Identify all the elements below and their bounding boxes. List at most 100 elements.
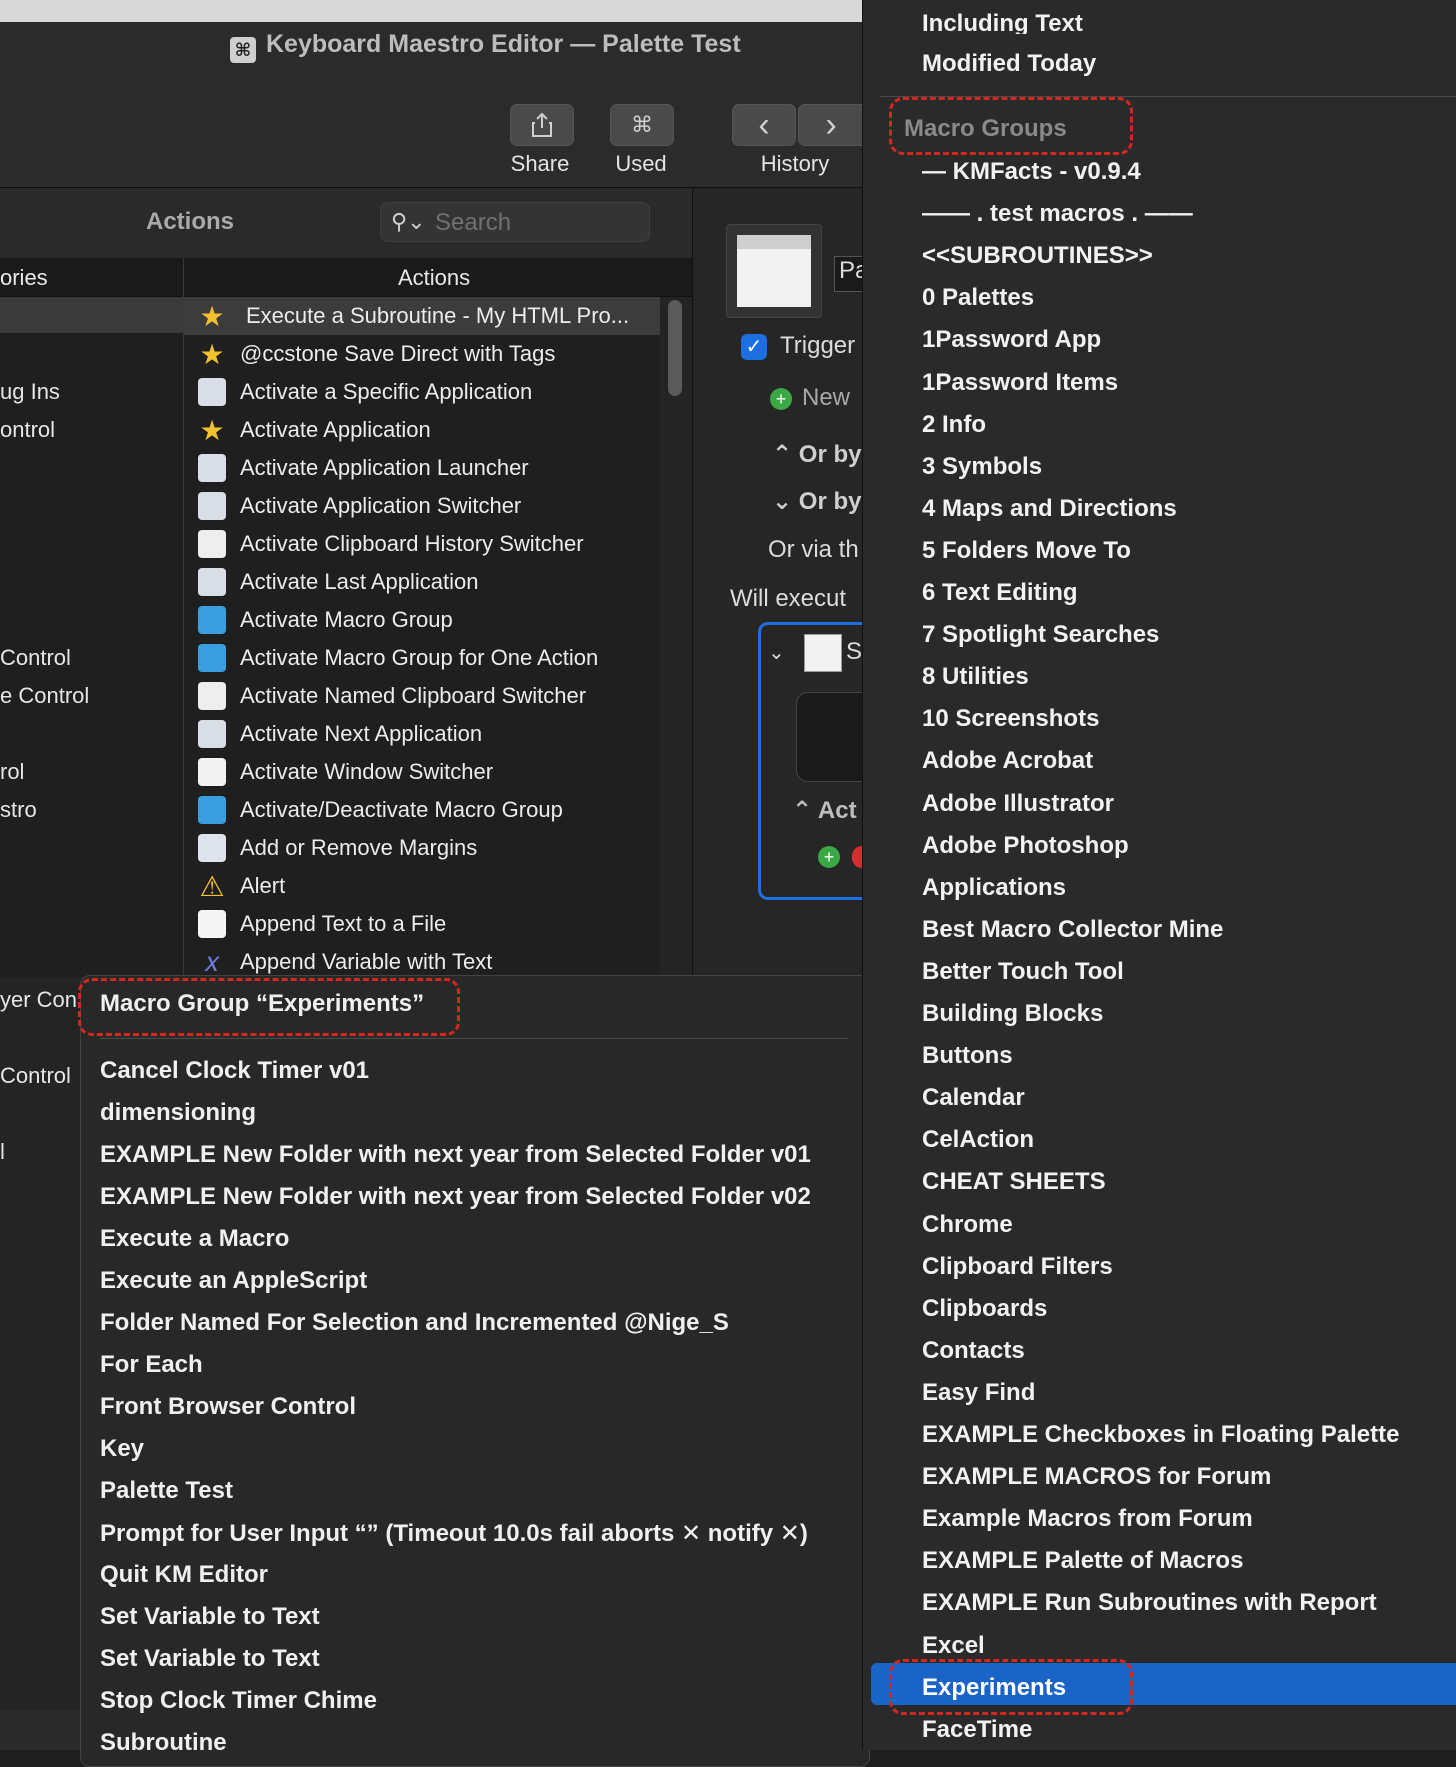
add-action-icon[interactable]: + xyxy=(818,846,840,868)
category-item[interactable]: ug Ins xyxy=(0,379,60,405)
category-item[interactable]: stro xyxy=(0,797,37,823)
category-item[interactable]: yer Con xyxy=(0,987,77,1013)
popup-menu-item[interactable]: Set Variable to Text xyxy=(100,1645,320,1673)
history-back-button[interactable]: ‹ xyxy=(732,104,796,146)
macro-group-item[interactable]: CelAction xyxy=(922,1126,1034,1154)
actions-scrollbar[interactable] xyxy=(668,300,682,396)
category-item[interactable]: l xyxy=(0,1139,5,1165)
palette-window-icon[interactable] xyxy=(726,224,822,318)
popup-menu-item[interactable]: EXAMPLE New Folder with next year from S… xyxy=(100,1141,811,1169)
macro-group-item[interactable]: Easy Find xyxy=(922,1379,1035,1407)
macro-group-item[interactable]: 5 Folders Move To xyxy=(922,537,1131,565)
macro-group-item[interactable]: <<SUBROUTINES>> xyxy=(922,242,1153,270)
macro-group-item[interactable]: Excel xyxy=(922,1632,985,1660)
category-selected-row[interactable] xyxy=(0,297,183,333)
macro-group-item[interactable]: 8 Utilities xyxy=(922,663,1029,691)
action-item[interactable]: Activate Next Application xyxy=(198,717,482,751)
history-forward-button[interactable]: › xyxy=(798,104,863,146)
macro-group-item[interactable]: Best Macro Collector Mine xyxy=(922,916,1223,944)
category-item[interactable]: Control xyxy=(0,645,71,671)
action-item[interactable]: Activate/Deactivate Macro Group xyxy=(198,793,563,827)
macro-group-item[interactable]: FaceTime xyxy=(922,1716,1032,1744)
search-icon[interactable]: ⚲⌄ xyxy=(391,209,426,235)
macro-group-item[interactable]: Calendar xyxy=(922,1084,1025,1112)
category-item[interactable]: ontrol xyxy=(0,417,55,443)
add-trigger-icon[interactable]: + xyxy=(770,388,792,410)
action-item[interactable]: Activate Application Switcher xyxy=(198,489,521,523)
popup-menu-item[interactable]: Front Browser Control xyxy=(100,1393,356,1421)
action-item[interactable]: Activate Macro Group for One Action xyxy=(198,641,598,675)
macro-group-item[interactable]: Adobe Photoshop xyxy=(922,832,1129,860)
macro-group-item[interactable]: Applications xyxy=(922,874,1066,902)
macro-group-item[interactable]: Chrome xyxy=(922,1211,1013,1239)
action-item[interactable]: ⚠ Alert xyxy=(198,869,285,903)
actions-disclosure[interactable]: ⌃ Act xyxy=(792,796,857,825)
macro-group-item[interactable]: CHEAT SHEETS xyxy=(922,1168,1106,1196)
popup-menu-item[interactable]: Execute an AppleScript xyxy=(100,1267,367,1295)
trigger-checkbox[interactable]: ✓ xyxy=(741,334,767,360)
popup-menu-item[interactable]: Set Variable to Text xyxy=(100,1603,320,1631)
action-item[interactable]: ★ Execute a Subroutine - My HTML Pro... xyxy=(198,299,629,333)
action-inner-field[interactable] xyxy=(796,692,863,782)
macro-group-item[interactable]: Contacts xyxy=(922,1337,1025,1365)
popup-menu-item[interactable]: Prompt for User Input “” (Timeout 10.0s … xyxy=(100,1519,808,1548)
popup-menu-item[interactable]: Cancel Clock Timer v01 xyxy=(100,1057,369,1085)
macro-group-item[interactable]: Building Blocks xyxy=(922,1000,1103,1028)
action-item[interactable]: ★ @ccstone Save Direct with Tags xyxy=(198,337,555,371)
action-item[interactable]: Activate Named Clipboard Switcher xyxy=(198,679,586,713)
macro-group-item[interactable]: 7 Spotlight Searches xyxy=(922,621,1159,649)
action-item[interactable]: Add or Remove Margins xyxy=(198,831,477,865)
or-by-label-1[interactable]: ⌃ Or by xyxy=(772,440,861,469)
disclosure-chevron-icon[interactable]: ⌄ xyxy=(768,640,785,665)
macro-group-item[interactable]: 10 Screenshots xyxy=(922,705,1099,733)
macro-group-item[interactable]: 1Password Items xyxy=(922,369,1118,397)
macro-group-item[interactable]: 3 Symbols xyxy=(922,453,1042,481)
macro-group-item[interactable]: 2 Info xyxy=(922,411,986,439)
category-item[interactable]: Control xyxy=(0,1063,71,1089)
macro-group-item[interactable]: Buttons xyxy=(922,1042,1013,1070)
actions-search-field[interactable]: ⚲⌄ Search xyxy=(380,202,650,242)
popup-menu-item[interactable]: dimensioning xyxy=(100,1099,256,1127)
action-item[interactable]: Activate a Specific Application xyxy=(198,375,532,409)
macro-group-item[interactable]: —— . test macros . —— xyxy=(922,200,1193,228)
action-item[interactable]: Activate Window Switcher xyxy=(198,755,493,789)
menu-item-including-text[interactable]: Including Text xyxy=(922,10,1083,34)
macro-group-item[interactable]: 0 Palettes xyxy=(922,284,1034,312)
popup-menu-item[interactable]: Quit KM Editor xyxy=(100,1561,268,1589)
action-item[interactable]: 𝑥 Append Variable with Text xyxy=(198,945,492,979)
macro-group-item[interactable]: Clipboard Filters xyxy=(922,1253,1113,1281)
action-item[interactable]: Activate Application Launcher xyxy=(198,451,529,485)
or-by-label-2[interactable]: ⌄ Or by xyxy=(772,487,861,516)
popup-menu-item[interactable]: Folder Named For Selection and Increment… xyxy=(100,1309,729,1337)
macro-group-item[interactable]: EXAMPLE Run Subroutines with Report xyxy=(922,1589,1377,1617)
macro-group-item[interactable]: Experiments xyxy=(922,1674,1066,1702)
action-item[interactable]: Activate Clipboard History Switcher xyxy=(198,527,584,561)
macro-group-item[interactable]: Adobe Acrobat xyxy=(922,747,1093,775)
category-item[interactable]: rol xyxy=(0,759,24,785)
new-trigger-label[interactable]: New xyxy=(802,384,850,412)
macro-group-item[interactable]: EXAMPLE Palette of Macros xyxy=(922,1547,1243,1575)
popup-menu-item[interactable]: Stop Clock Timer Chime xyxy=(100,1687,377,1715)
popup-menu-item[interactable]: Subroutine xyxy=(100,1729,227,1757)
actions-column-header[interactable]: Actions xyxy=(398,265,470,291)
action-item[interactable]: Activate Macro Group xyxy=(198,603,453,637)
action-item[interactable]: ★ Activate Application xyxy=(198,413,430,447)
macro-group-item[interactable]: 6 Text Editing xyxy=(922,579,1078,607)
macro-group-item[interactable]: Clipboards xyxy=(922,1295,1047,1323)
popup-menu-item[interactable]: Palette Test xyxy=(100,1477,233,1505)
macro-group-item[interactable]: — KMFacts - v0.9.4 xyxy=(922,158,1141,186)
macro-group-item[interactable]: 1Password App xyxy=(922,326,1101,354)
macro-group-item[interactable]: EXAMPLE Checkboxes in Floating Palette xyxy=(922,1421,1399,1449)
popup-menu-item[interactable]: Execute a Macro xyxy=(100,1225,289,1253)
category-item[interactable]: e Control xyxy=(0,683,89,709)
share-button[interactable] xyxy=(510,104,574,146)
action-item[interactable]: Activate Last Application xyxy=(198,565,478,599)
macro-group-item[interactable]: Example Macros from Forum xyxy=(922,1505,1253,1533)
popup-menu-item[interactable]: Key xyxy=(100,1435,144,1463)
macro-group-item[interactable]: Adobe Illustrator xyxy=(922,790,1114,818)
popup-menu-item[interactable]: EXAMPLE New Folder with next year from S… xyxy=(100,1183,811,1211)
categories-column-header[interactable]: ories xyxy=(0,265,48,291)
macro-group-item[interactable]: EXAMPLE MACROS for Forum xyxy=(922,1463,1271,1491)
menu-item-modified-today[interactable]: Modified Today xyxy=(922,50,1096,78)
used-button[interactable]: ⌘ xyxy=(610,104,674,146)
